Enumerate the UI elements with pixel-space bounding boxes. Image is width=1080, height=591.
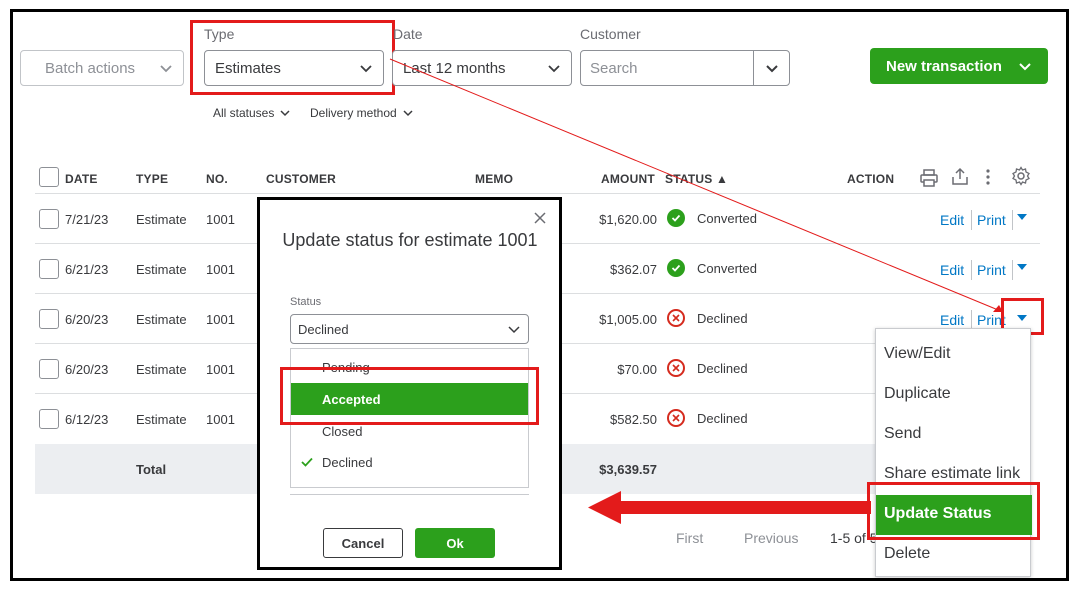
menu-item-send[interactable]: Send (884, 425, 921, 443)
chevron-down-icon (508, 326, 520, 334)
menu-item-share-link[interactable]: Share estimate link (884, 465, 1020, 483)
status-option-declined[interactable]: Declined (322, 455, 373, 470)
annotation-accepted-box (280, 367, 539, 425)
checkmark-icon (301, 457, 313, 467)
menu-item-delete[interactable]: Delete (884, 545, 930, 563)
status-select-value: Declined (298, 321, 349, 337)
menu-item-view-edit[interactable]: View/Edit (884, 345, 950, 363)
status-field-label: Status (290, 296, 322, 308)
menu-item-duplicate[interactable]: Duplicate (884, 385, 951, 403)
close-icon[interactable] (534, 212, 546, 224)
modal-divider (290, 494, 529, 495)
ok-button[interactable]: Ok (415, 528, 495, 558)
status-select[interactable]: Declined (290, 314, 529, 344)
status-option-closed[interactable]: Closed (322, 424, 362, 439)
app-frame: Batch actions Type Estimates Date Last 1… (10, 9, 1069, 581)
cancel-button[interactable]: Cancel (323, 528, 403, 558)
modal-title: Update status for estimate 1001 (282, 230, 538, 250)
annotation-update-status-box (867, 482, 1040, 540)
